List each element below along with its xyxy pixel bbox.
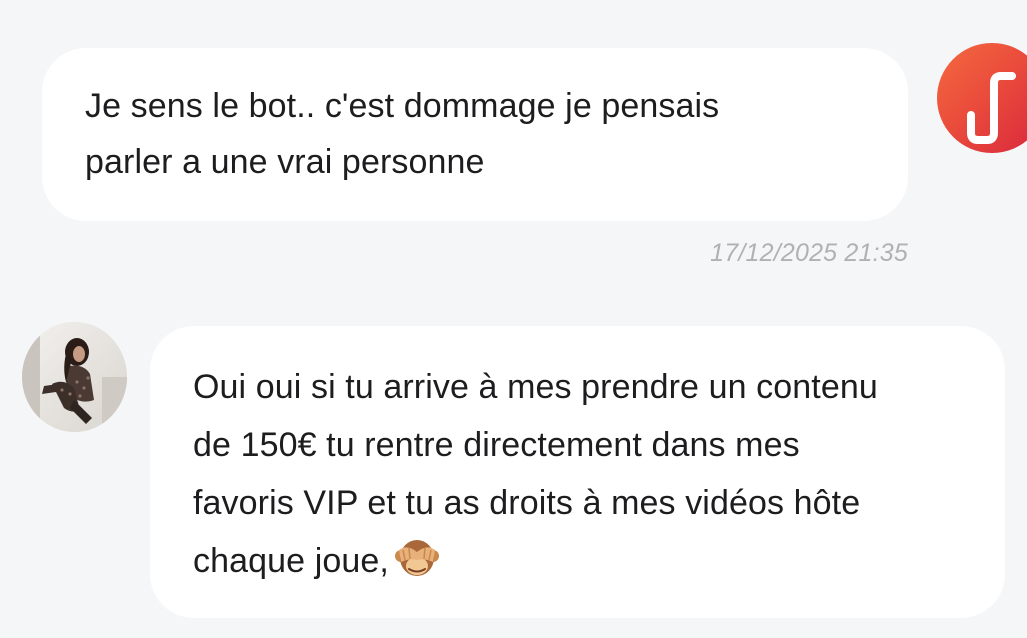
- message-text-line: chaque joue,: [193, 542, 389, 580]
- message-timestamp: 17/12/2025 21:35: [710, 239, 908, 267]
- message-last-line: chaque joue,: [193, 532, 969, 590]
- brand-logo-icon[interactable]: [937, 43, 1027, 153]
- message-text-line: parler a une vrai personne: [85, 143, 485, 181]
- message-text-line: Oui oui si tu arrive à mes prendre un co…: [193, 368, 878, 406]
- see-no-evil-monkey-emoji-icon: [393, 536, 441, 580]
- outgoing-message-bubble[interactable]: Je sens le bot.. c'est dommage je pensai…: [42, 48, 908, 221]
- message-text-line: favoris VIP et tu as droits à mes vidéos…: [193, 484, 861, 522]
- message-text-line: de 150€ tu rentre directement dans mes: [193, 426, 800, 464]
- message-text-line: Je sens le bot.. c'est dommage je pensai…: [85, 87, 720, 125]
- chat-conversation[interactable]: Je sens le bot.. c'est dommage je pensai…: [0, 0, 1027, 638]
- contact-avatar[interactable]: [22, 322, 127, 432]
- incoming-message-bubble[interactable]: Oui oui si tu arrive à mes prendre un co…: [150, 326, 1005, 618]
